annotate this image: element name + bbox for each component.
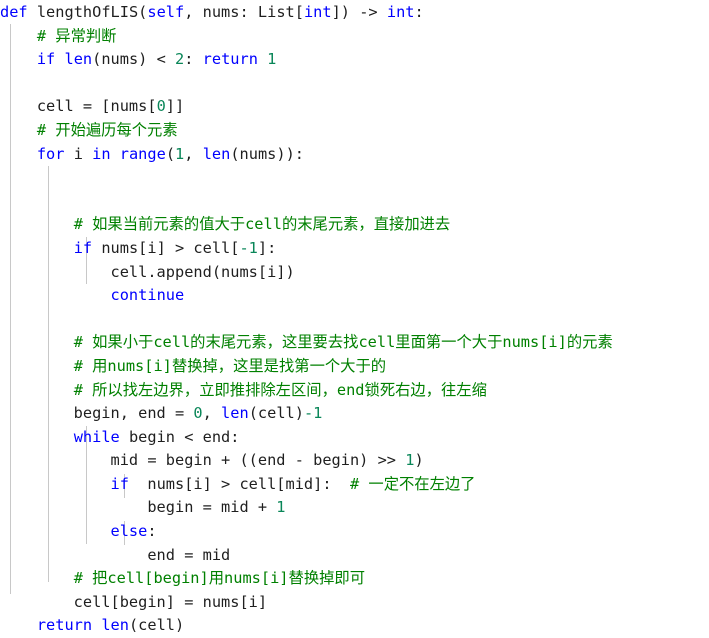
token-builtin-int: int <box>303 3 332 21</box>
token-builtin-len: len <box>221 404 249 423</box>
token-keyword-return: return <box>36 616 93 635</box>
token-keyword-if: if <box>73 238 93 257</box>
code-line: begin = mid + 1 <box>0 498 286 517</box>
token-keyword-def: def <box>0 3 28 21</box>
code-line: # 所以找左边界，立即推排除左区间，end锁死右边，往左缩 <box>0 379 709 403</box>
token-number: 0 <box>156 97 166 116</box>
token-keyword-for: for <box>36 144 65 163</box>
token-builtin-int: int <box>386 3 415 21</box>
code-line: end = mid <box>0 545 231 564</box>
token-comment: # 用nums[i]替换掉，这里是找第一个大于的 <box>73 356 387 375</box>
code-line: cell[begin] = nums[i] <box>0 592 268 611</box>
code-line: mid = begin + ((end - begin) >> 1) <box>0 451 424 470</box>
code-line: else: <box>110 522 157 541</box>
token-keyword-continue: continue <box>110 286 185 305</box>
token-keyword-if: if <box>110 474 129 493</box>
code-line: continue <box>0 284 709 308</box>
token-comment: # 开始遍历每个元素 <box>36 120 178 139</box>
token-comment: # 如果小于cell的末尾元素，这里要去找cell里面第一个大于nums[i]的… <box>73 333 613 352</box>
code-content[interactable]: def lengthOfLIS(self, nums: List[int]) -… <box>0 0 709 638</box>
token-number: -1 <box>303 404 323 423</box>
token-comment: # 异常判断 <box>36 26 117 45</box>
code-line: # 异常判断 <box>0 25 709 49</box>
token-builtin-self: self <box>147 3 185 21</box>
token-number: 1 <box>175 144 185 163</box>
code-line: # 把cell[begin]用nums[i]替换掉即可 <box>0 567 709 591</box>
token-keyword-return: return <box>202 50 258 69</box>
code-line: # 如果小于cell的末尾元素，这里要去找cell里面第一个大于nums[i]的… <box>0 331 709 355</box>
token-builtin-range: range <box>119 144 166 163</box>
code-line: cell.append(nums[i]) <box>0 262 295 281</box>
token-number: 0 <box>193 404 203 423</box>
code-line: # 用nums[i]替换掉，这里是找第一个大于的 <box>0 355 709 379</box>
token-keyword-in: in <box>92 144 111 163</box>
token-keyword-while: while <box>73 427 120 446</box>
code-line: cell = [nums[0]] <box>0 97 185 116</box>
code-line: if len(nums) < 2: return 1 <box>36 50 277 69</box>
code-line: return len(cell) <box>36 616 185 635</box>
code-line: # 如果当前元素的值大于cell的末尾元素，直接加进去 <box>0 213 709 237</box>
token-number: 2 <box>175 50 185 69</box>
code-line: if nums[i] > cell[mid]: # 一定不在左边了 <box>110 474 476 493</box>
token-number: 1 <box>276 498 286 517</box>
code-editor[interactable]: def lengthOfLIS(self, nums: List[int]) -… <box>0 0 709 634</box>
code-line: # 开始遍历每个元素 <box>0 119 709 143</box>
token-number: -1 <box>239 238 258 257</box>
token-builtin-len: len <box>202 144 231 163</box>
token-number: 1 <box>267 50 277 69</box>
token-comment: # 所以找左边界，立即推排除左区间，end锁死右边，往左缩 <box>73 380 487 399</box>
token-comment: # 把cell[begin]用nums[i]替换掉即可 <box>73 569 366 588</box>
token-builtin-len: len <box>64 50 93 69</box>
token-comment: # 如果当前元素的值大于cell的末尾元素，直接加进去 <box>73 215 451 234</box>
code-line: begin, end = 0, len(cell)-1 <box>0 404 323 423</box>
code-line: def lengthOfLIS(self, nums: List[int]) -… <box>0 3 424 21</box>
token-comment: # 一定不在左边了 <box>349 474 476 493</box>
code-line: while begin < end: <box>73 427 240 446</box>
code-line: if nums[i] > cell[-1]: <box>73 238 277 257</box>
code-line: for i in range(1, len(nums)): <box>36 144 305 163</box>
token-keyword-else: else <box>110 522 148 541</box>
token-keyword-if: if <box>36 50 56 69</box>
token-builtin-len: len <box>101 616 129 635</box>
